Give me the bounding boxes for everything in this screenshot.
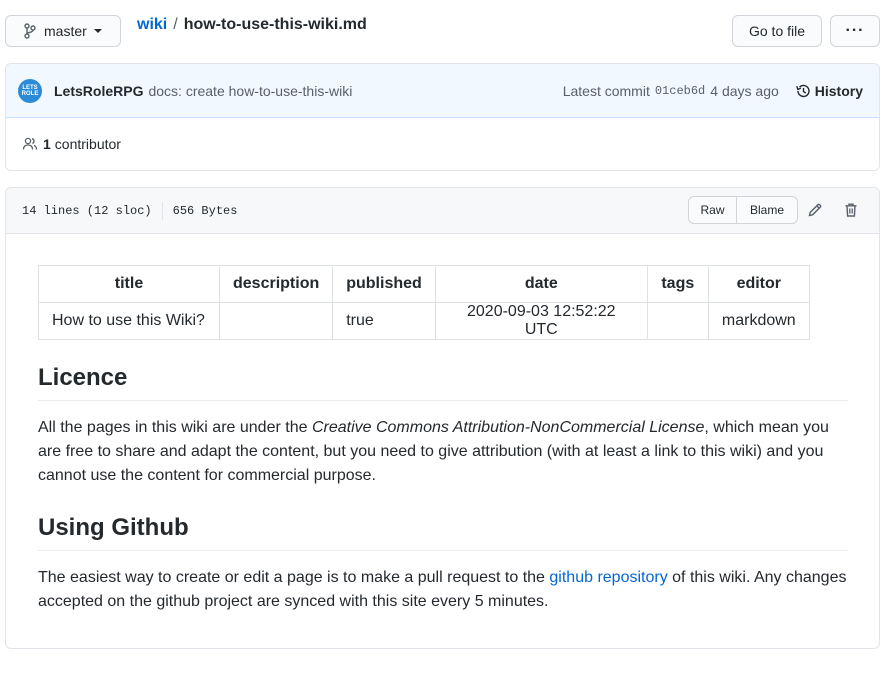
raw-button[interactable]: Raw [689,197,737,223]
contributor-count: 1 [43,136,51,152]
table-header-row: title description published date tags ed… [38,265,810,303]
licence-paragraph: All the pages in this wiki are under the… [38,416,848,488]
more-options-button[interactable]: ··· [830,15,880,47]
commit-meta: Latest commit 01ceb6d 4 days ago History [563,64,863,118]
licence-text-pre: All the pages in this wiki are under the [38,419,312,436]
trash-icon[interactable] [843,202,859,218]
licence-heading: Licence [38,364,848,401]
github-paragraph: The easiest way to create or edit a page… [38,566,848,614]
table-header-cell: editor [707,265,810,303]
table-cell: true [332,302,436,340]
commit-author-link[interactable]: LetsRoleRPG [54,83,143,99]
latest-commit-label: Latest commit [562,83,650,99]
pencil-icon[interactable] [807,202,823,218]
table-row: How to use this Wiki? true 2020-09-03 12… [38,302,810,340]
people-icon [22,137,38,150]
file-info-divider [161,201,163,220]
file-info: 14 lines (12 sloc) 656 Bytes [22,201,238,220]
table-header-cell: description [218,265,334,303]
commit-sha-link[interactable]: 01ceb6d [655,84,705,98]
file-actions-group: Raw Blame [688,196,798,224]
table-cell [646,302,709,340]
file-navigation: master wiki / how-to-use-this-wiki.md Go… [5,14,880,48]
github-repository-link[interactable]: github repository [549,569,667,586]
frontmatter-table: title description published date tags ed… [38,265,810,340]
commit-age: 4 days ago [710,83,779,99]
licence-name: Creative Commons Attribution-NonCommerci… [311,419,705,436]
table-cell: 2020-09-03 12:52:22 UTC [434,302,648,340]
github-heading: Using Github [38,514,848,551]
table-header-cell: title [38,265,220,303]
table-header-cell: date [434,265,648,303]
contributor-label: contributor [54,136,121,152]
history-label: History [814,83,863,99]
branch-name: master [44,23,87,39]
history-icon [795,84,810,98]
branch-select-button[interactable]: master [5,15,121,47]
commit-message-link[interactable]: docs: create how-to-use-this-wiki [148,83,352,99]
table-cell: markdown [707,302,810,340]
commit-header: LETS ROLE LetsRoleRPG docs: create how-t… [6,64,879,118]
table-cell [218,302,334,340]
breadcrumb-file-name: how-to-use-this-wiki.md [183,16,367,33]
contributors-row[interactable]: 1 contributor [6,118,879,170]
breadcrumb-separator: / [173,16,178,33]
breadcrumb-repo-link[interactable]: wiki [137,16,167,34]
table-cell: How to use this Wiki? [38,302,220,340]
markdown-body: title description published date tags ed… [38,265,848,610]
file-line-count: 14 lines (12 sloc) [22,203,152,218]
table-header-cell: tags [646,265,709,303]
file-viewer: 14 lines (12 sloc) 656 Bytes Raw Blame t… [5,187,880,649]
file-size: 656 Bytes [172,203,238,218]
history-link[interactable]: History [795,83,863,99]
table-header-cell: published [332,265,436,303]
latest-commit-box: LETS ROLE LetsRoleRPG docs: create how-t… [5,63,880,171]
file-header: 14 lines (12 sloc) 656 Bytes Raw Blame [6,188,879,234]
avatar[interactable]: LETS ROLE [18,78,42,103]
caret-down-icon [93,29,102,33]
go-to-file-button[interactable]: Go to file [732,15,822,47]
git-branch-icon [24,23,36,39]
github-text-pre: The easiest way to create or edit a page… [38,569,550,586]
blame-button[interactable]: Blame [737,197,797,223]
breadcrumb: wiki / how-to-use-this-wiki.md [137,16,367,34]
